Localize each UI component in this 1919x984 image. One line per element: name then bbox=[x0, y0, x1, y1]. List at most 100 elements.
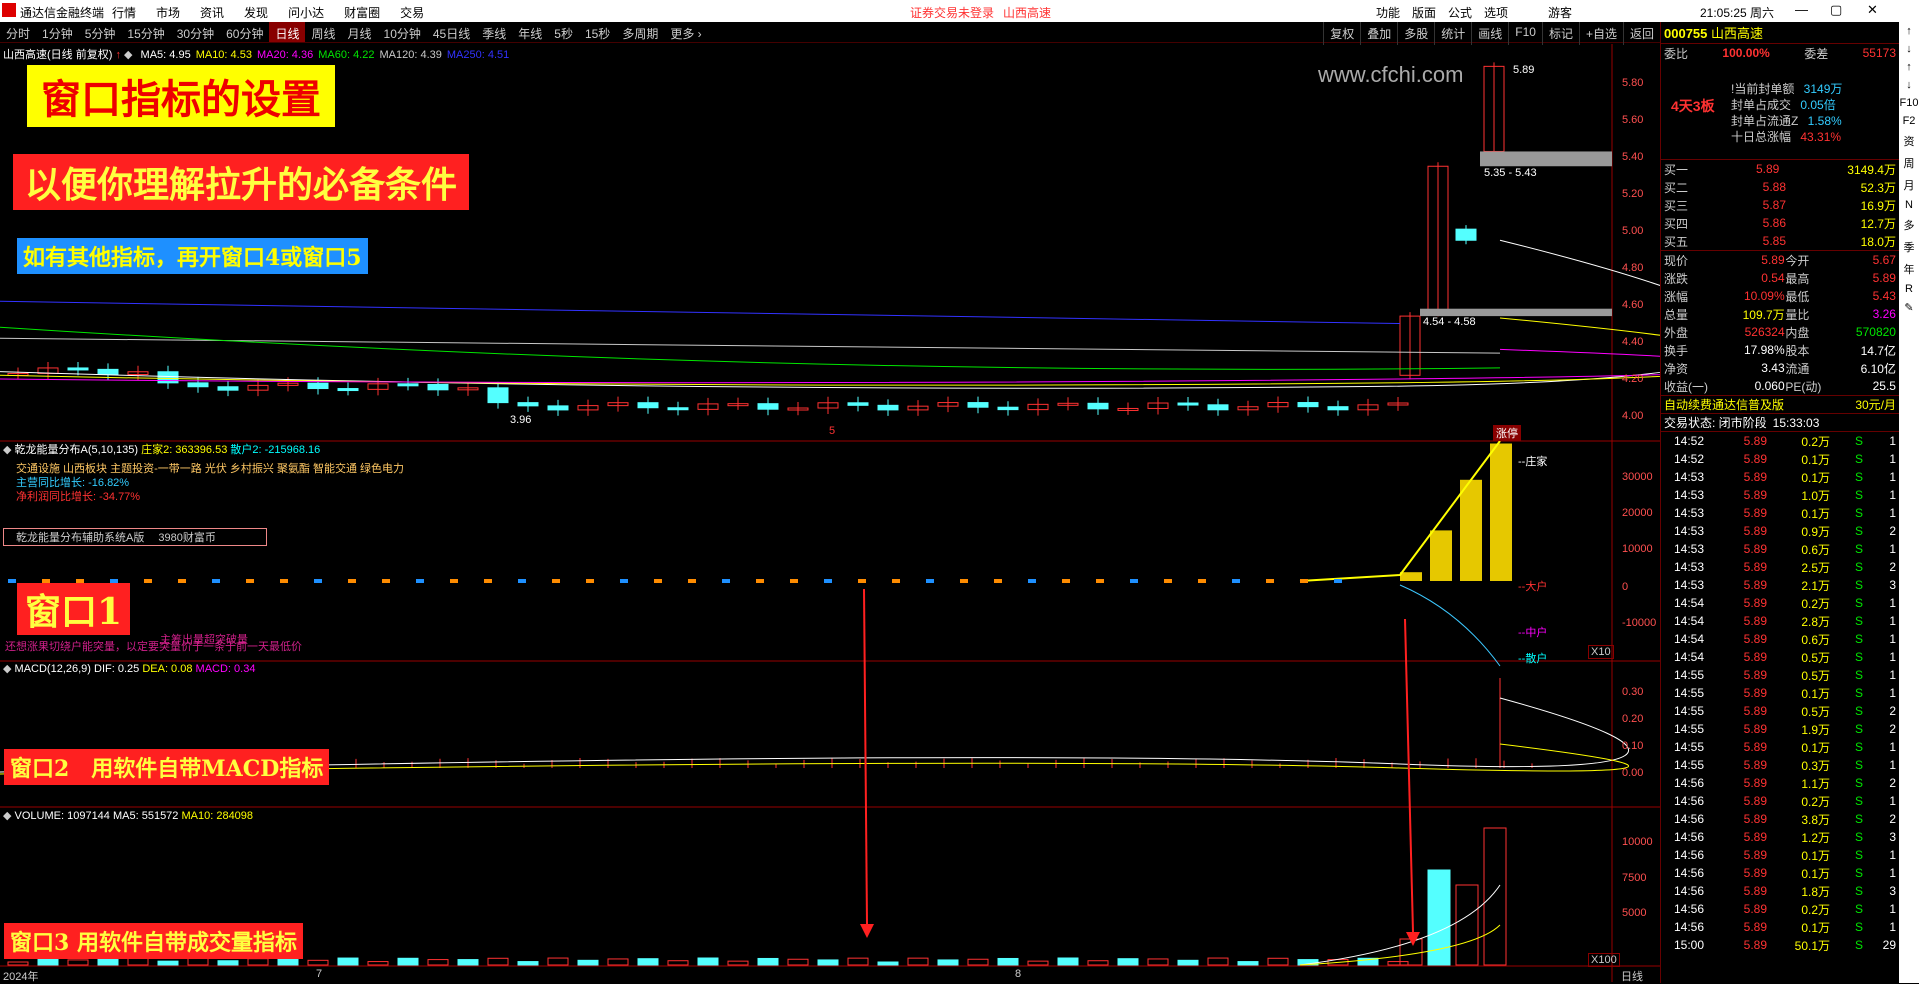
period-60min[interactable]: 60分钟 bbox=[220, 22, 269, 42]
stock-name: 山西高速 bbox=[1711, 26, 1764, 41]
tick-v: 0.1万 bbox=[1801, 848, 1830, 863]
energy-mini-bar bbox=[960, 579, 968, 583]
side-tool-icon[interactable]: 资 bbox=[1904, 133, 1915, 149]
period-5sec[interactable]: 5秒 bbox=[548, 22, 579, 42]
period-5min[interactable]: 5分钟 bbox=[79, 22, 122, 42]
menu-gongshi[interactable]: 公式 bbox=[1448, 4, 1472, 21]
btn-biaoji[interactable]: 标记 bbox=[1541, 22, 1579, 45]
period-1min[interactable]: 1分钟 bbox=[36, 22, 79, 42]
menu-xuanxiang[interactable]: 选项 bbox=[1484, 4, 1508, 21]
bid-row[interactable]: 买四 5.86 12.7万 bbox=[1661, 214, 1899, 232]
side-tool-icon[interactable]: 年 bbox=[1904, 261, 1915, 277]
tick-t: 14:52 bbox=[1673, 452, 1704, 466]
bid-row[interactable]: 买三 5.87 16.9万 bbox=[1661, 196, 1899, 214]
btn-diejia[interactable]: 叠加 bbox=[1360, 22, 1397, 45]
annotation-arrow bbox=[1404, 618, 1414, 933]
menu-banmian[interactable]: 版面 bbox=[1412, 4, 1436, 21]
tick-p: 5.89 bbox=[1743, 488, 1767, 502]
energy-mini-bar bbox=[994, 579, 1002, 583]
btn-fanhui[interactable]: 返回 bbox=[1622, 22, 1660, 45]
tick-list[interactable]: 14:52 5.89 0.2万 S 1 14:52 5.89 0.1万 S 1 14:53 5.89 0… bbox=[1661, 432, 1899, 954]
tick-s: S bbox=[1854, 812, 1863, 826]
login-notice[interactable]: 证券交易未登录 bbox=[910, 4, 994, 21]
candle-body bbox=[877, 404, 899, 411]
win3-collapse-icon[interactable]: ◆ bbox=[3, 810, 11, 822]
tick-row: 14:54 5.89 0.2万 S 1 bbox=[1661, 594, 1899, 612]
volume-bar bbox=[967, 958, 989, 966]
side-tool-icon[interactable]: R bbox=[1905, 283, 1913, 295]
minimize-icon[interactable]: — bbox=[1795, 2, 1808, 17]
bid-row[interactable]: 买五 5.85 18.0万 bbox=[1661, 232, 1899, 250]
menu-gongneng[interactable]: 功能 bbox=[1376, 4, 1400, 21]
period-quarter[interactable]: 季线 bbox=[476, 22, 512, 42]
side-tool-icon[interactable]: ↓ bbox=[1906, 43, 1912, 55]
period-daily[interactable]: 日线 bbox=[269, 22, 306, 42]
energy-mini-bar bbox=[586, 579, 594, 583]
user-label[interactable]: 游客 bbox=[1548, 4, 1572, 21]
side-tool-icon[interactable]: F10 bbox=[1900, 97, 1919, 109]
side-tool-icon[interactable]: ↑ bbox=[1906, 25, 1912, 37]
menu-item-zixun[interactable]: 资讯 bbox=[200, 4, 224, 21]
side-tool-icon[interactable]: 季 bbox=[1904, 239, 1915, 255]
period-30min[interactable]: 30分钟 bbox=[171, 22, 220, 42]
side-tool-icon[interactable]: 多 bbox=[1904, 217, 1915, 233]
bid-row[interactable]: 买一 5.89 3149.4万 bbox=[1661, 160, 1899, 178]
period-more[interactable]: 更多 › bbox=[664, 22, 707, 42]
collapse-icon[interactable]: ◆ bbox=[124, 49, 132, 61]
menu-item-caifuquan[interactable]: 财富圈 bbox=[344, 4, 380, 21]
ad-row[interactable]: 自动续费通达信普及版 30元/月 bbox=[1661, 396, 1899, 414]
btn-tongji[interactable]: 统计 bbox=[1434, 22, 1471, 45]
period-45day[interactable]: 45日线 bbox=[427, 22, 476, 42]
menu-item-faxian[interactable]: 发现 bbox=[244, 4, 268, 21]
period-multi[interactable]: 多周期 bbox=[616, 22, 664, 42]
tick-v: 1.0万 bbox=[1801, 488, 1830, 503]
btn-huaxian[interactable]: 画线 bbox=[1471, 22, 1508, 45]
period-15min[interactable]: 15分钟 bbox=[121, 22, 170, 42]
tick-s: S bbox=[1854, 794, 1863, 808]
period-weekly[interactable]: 周线 bbox=[305, 22, 341, 42]
win1-collapse-icon[interactable]: ◆ bbox=[3, 444, 11, 456]
side-tool-icon[interactable]: N bbox=[1905, 199, 1913, 211]
quote-stock-row[interactable]: 000755 山西高速 bbox=[1661, 22, 1899, 44]
period-monthly[interactable]: 月线 bbox=[342, 22, 378, 42]
btn-zixuan[interactable]: +自选 bbox=[1578, 22, 1623, 45]
period-year[interactable]: 年线 bbox=[512, 22, 548, 42]
energy-mini-bar bbox=[1266, 579, 1274, 583]
tick-t: 14:53 bbox=[1673, 578, 1704, 592]
menu-item-hangqing[interactable]: 行情 bbox=[112, 4, 136, 21]
side-tool-icon[interactable]: 月 bbox=[1904, 177, 1915, 193]
axis-tick-label: 4.60 bbox=[1622, 299, 1644, 311]
period-fenshi[interactable]: 分时 bbox=[0, 22, 36, 42]
side-tool-icon[interactable]: ↑ bbox=[1906, 61, 1912, 73]
btn-duogu[interactable]: 多股 bbox=[1397, 22, 1434, 45]
btn-f10[interactable]: F10 bbox=[1508, 22, 1542, 45]
side-tool-icon[interactable]: ✎ bbox=[1904, 301, 1913, 314]
tick-row: 14:56 5.89 0.2万 S 1 bbox=[1661, 792, 1899, 810]
tick-row: 14:53 5.89 0.1万 S 1 bbox=[1661, 468, 1899, 486]
bid-volume: 16.9万 bbox=[1860, 198, 1896, 213]
bid-volume: 52.3万 bbox=[1860, 180, 1896, 195]
win1-info-box[interactable]: 乾龙能量分布辅助系统A版 3980财富币 bbox=[3, 528, 267, 546]
tick-v: 2.1万 bbox=[1801, 578, 1830, 593]
side-tool-icon[interactable]: 周 bbox=[1904, 155, 1915, 171]
side-tool-icon[interactable]: F2 bbox=[1903, 115, 1916, 127]
menu-item-jiaoyi[interactable]: 交易 bbox=[400, 4, 424, 21]
btn-fuquan[interactable]: 复权 bbox=[1323, 22, 1360, 45]
seal-key: !当前封单额 bbox=[1731, 82, 1795, 96]
menu-item-shichang[interactable]: 市场 bbox=[156, 4, 180, 21]
period-10min[interactable]: 10分钟 bbox=[378, 22, 427, 42]
tick-p: 5.89 bbox=[1743, 470, 1767, 484]
stat-row: 外盘 526324 内盘 570820 bbox=[1661, 323, 1899, 341]
side-tool-icon[interactable]: ↓ bbox=[1906, 79, 1912, 91]
win2-collapse-icon[interactable]: ◆ bbox=[3, 663, 11, 675]
menu-item-wenxiaoda[interactable]: 问小达 bbox=[288, 4, 324, 21]
period-15sec[interactable]: 15秒 bbox=[579, 22, 616, 42]
tick-t: 14:55 bbox=[1673, 740, 1704, 754]
maximize-icon[interactable]: ▢ bbox=[1830, 2, 1842, 18]
candle-body bbox=[997, 406, 1019, 411]
win1-title: 乾龙能量分布A(5,10,135) bbox=[14, 444, 139, 456]
chart-area[interactable]: 山西高速(日线 前复权) ↑ ◆ MA5: 4.95 MA10: 4.53 MA20… bbox=[0, 44, 1660, 983]
banner-window2: 窗口2 用软件自带MACD指标 bbox=[4, 749, 330, 785]
close-icon[interactable]: ✕ bbox=[1867, 2, 1878, 18]
bid-row[interactable]: 买二 5.88 52.3万 bbox=[1661, 178, 1899, 196]
